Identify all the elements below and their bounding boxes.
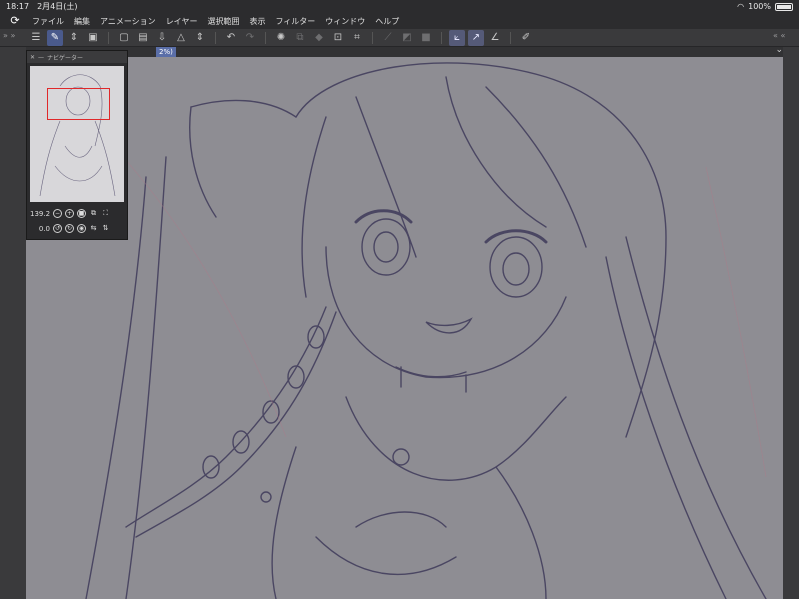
menu-window[interactable]: ウィンドウ (325, 16, 365, 27)
navigator-preview[interactable] (30, 66, 124, 202)
viewport-rect[interactable] (47, 88, 110, 120)
rotate-right-icon[interactable]: ↻ (65, 224, 74, 233)
gradient-icon[interactable]: ◩ (399, 30, 415, 46)
rotation-row: 0.0 ↺ ↻ ◉ ⇆ ⇅ (30, 224, 110, 233)
reset-rotation-icon[interactable]: ◉ (77, 224, 86, 233)
left-panel-arrows-icon[interactable]: » » (3, 31, 15, 40)
canvas-tab-bar (26, 47, 783, 57)
divider (510, 31, 511, 44)
battery-percent: 100% (748, 2, 771, 11)
drawing-canvas[interactable] (26, 57, 783, 599)
divider (108, 31, 109, 44)
minimize-icon[interactable]: — (38, 54, 44, 61)
app-logo-icon[interactable]: ⟳ (8, 14, 22, 28)
display-icon[interactable]: ▣ (85, 30, 101, 46)
fit-icon[interactable]: ■ (77, 209, 86, 218)
divider (215, 31, 216, 44)
hamburger-menu-icon[interactable]: ☰ (28, 30, 44, 46)
divider (372, 31, 373, 44)
clock: 18:17 (6, 2, 30, 11)
open-folder-icon[interactable]: ▤ (135, 30, 151, 46)
help-tool-icon[interactable]: ✐ (518, 30, 534, 46)
menu-selection[interactable]: 選択範囲 (207, 16, 239, 27)
divider (265, 31, 266, 44)
rotation-value[interactable]: 0.0 (30, 225, 50, 233)
export-icon[interactable]: △ (173, 30, 189, 46)
fit-screen-icon[interactable]: ⧉ (89, 209, 98, 218)
menu-layer[interactable]: レイヤー (166, 16, 198, 27)
straight-line-icon[interactable]: ∠ (487, 30, 503, 46)
ruler-icon[interactable]: ⟋ (380, 30, 396, 46)
menu-file[interactable]: ファイル (32, 16, 64, 27)
lineart-illustration (85, 62, 767, 599)
divider (441, 31, 442, 44)
right-panel-arrows-icon[interactable]: « « (773, 31, 785, 40)
canvas-tab[interactable]: 2%) (156, 47, 176, 57)
pen-curve-icon[interactable]: ↗ (468, 29, 484, 46)
crop-icon[interactable]: ⌗ (349, 30, 365, 46)
brush-tool-icon[interactable]: ✎ (47, 29, 63, 46)
fill-icon[interactable]: ◆ (311, 30, 327, 46)
battery-icon (775, 2, 793, 11)
status-bar: 18:17 2月4日(土) ◠ 100% (0, 0, 799, 13)
zoom-in-icon[interactable]: + (65, 209, 74, 218)
updown-chevron-icon[interactable]: ⇕ (66, 30, 82, 46)
zoom-value[interactable]: 139.2 (30, 210, 50, 218)
navigator-title: ナビゲーター (47, 54, 84, 62)
rotate-left-icon[interactable]: ↺ (53, 224, 62, 233)
flip-horizontal-icon[interactable]: ⇆ (89, 224, 98, 233)
zoom-row: 139.2 − + ■ ⧉ ⛶ (30, 209, 110, 218)
navigator-panel: ✕ — ナビゲーター 139.2 − + ■ ⧉ ⛶ 0.0 ↺ ↻ ◉ ⇆ ⇅ (26, 50, 128, 240)
command-bar: ☰ ✎ ⇕ ▣ ▢ ▤ ⇩ △ ⇕ ↶ ↷ ✺ ⧉ ◆ ⊡ ⌗ ⟋ ◩ ■ ⟀ … (0, 29, 799, 47)
wifi-icon: ◠ (737, 2, 745, 11)
flip-vertical-icon[interactable]: ⇅ (101, 224, 110, 233)
close-icon[interactable]: ✕ (30, 54, 35, 61)
status-right: ◠ 100% (737, 2, 793, 11)
loading-spinner-icon: ✺ (276, 32, 286, 43)
thumbnail-illustration (39, 74, 116, 197)
menu-help[interactable]: ヘルプ (375, 16, 399, 27)
zoom-out-icon[interactable]: − (53, 209, 62, 218)
left-gutter (0, 47, 26, 599)
right-gutter (783, 47, 799, 599)
new-file-icon[interactable]: ▢ (116, 30, 132, 46)
vector-snap-icon[interactable]: ⟀ (449, 29, 465, 46)
transform-icon[interactable]: ⊡ (330, 30, 346, 46)
undo-icon[interactable]: ↶ (223, 30, 239, 46)
menu-bar: ⟳ ファイル 編集 アニメーション レイヤー 選択範囲 表示 フィルター ウィン… (0, 13, 799, 29)
chevron-down-icon[interactable]: ⌄ (775, 45, 783, 55)
date: 2月4日(土) (37, 2, 78, 11)
copy-icon[interactable]: ⧉ (292, 30, 308, 46)
fullscreen-icon[interactable]: ⛶ (101, 209, 110, 218)
menu-view[interactable]: 表示 (249, 16, 265, 27)
updown-chevron-2-icon[interactable]: ⇕ (192, 30, 208, 46)
navigator-titlebar: ✕ — ナビゲーター (27, 51, 127, 63)
menu-edit[interactable]: 編集 (74, 16, 90, 27)
save-icon[interactable]: ⇩ (154, 30, 170, 46)
menu-filter[interactable]: フィルター (275, 16, 315, 27)
square-icon[interactable]: ■ (418, 30, 434, 46)
menu-animation[interactable]: アニメーション (100, 16, 156, 27)
redo-icon[interactable]: ↷ (242, 30, 258, 46)
